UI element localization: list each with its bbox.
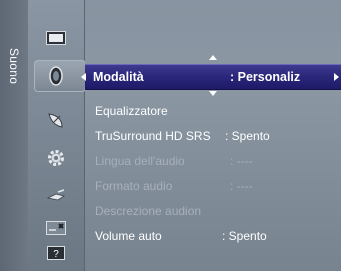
svg-text:?: ? xyxy=(53,249,59,260)
category-icon-column: ? xyxy=(28,0,86,271)
menu-item-modalita-selected[interactable]: Modalità : Personaliz xyxy=(81,64,341,90)
osd-menu-frame: Suono ? Modalità: Personaliz Equalizzat… xyxy=(0,0,341,271)
speaker-icon[interactable] xyxy=(34,60,86,92)
chevron-right-icon xyxy=(334,73,339,81)
menu-item-label: Volume auto xyxy=(95,229,162,243)
chevron-left-icon xyxy=(81,73,86,81)
scroll-up-arrow-icon xyxy=(209,55,217,60)
menu-item-value: : Spento xyxy=(225,129,270,143)
menu-item-label: Lingua dell'audio xyxy=(95,154,185,168)
category-label: Suono xyxy=(7,48,21,85)
support-question-icon[interactable]: ? xyxy=(44,243,68,263)
satellite-dish-icon[interactable] xyxy=(44,110,68,130)
settings-gear-icon[interactable] xyxy=(44,148,68,168)
menu-item-label: Modalità xyxy=(93,70,144,84)
category-side-tab: Suono xyxy=(0,0,28,271)
input-plug-icon[interactable] xyxy=(44,186,68,206)
picture-icon[interactable] xyxy=(44,28,68,48)
menu-item-value: : ---- xyxy=(230,154,253,168)
menu-item-label: Formato audio xyxy=(95,179,173,193)
sound-menu-panel: Modalità : Personaliz Equalizzatore TruS… xyxy=(81,0,341,271)
scroll-down-arrow-icon xyxy=(209,91,217,96)
menu-item-label: Equalizzatore xyxy=(95,104,168,118)
applications-icon[interactable] xyxy=(44,218,68,238)
menu-item-value: : ---- xyxy=(230,179,253,193)
menu-item-label: TruSurround HD SRS xyxy=(95,129,211,143)
menu-item-label: Descrezione audion xyxy=(95,204,202,218)
menu-item-value: : Personaliz xyxy=(230,70,301,84)
menu-item-value: : Spento xyxy=(222,229,267,243)
